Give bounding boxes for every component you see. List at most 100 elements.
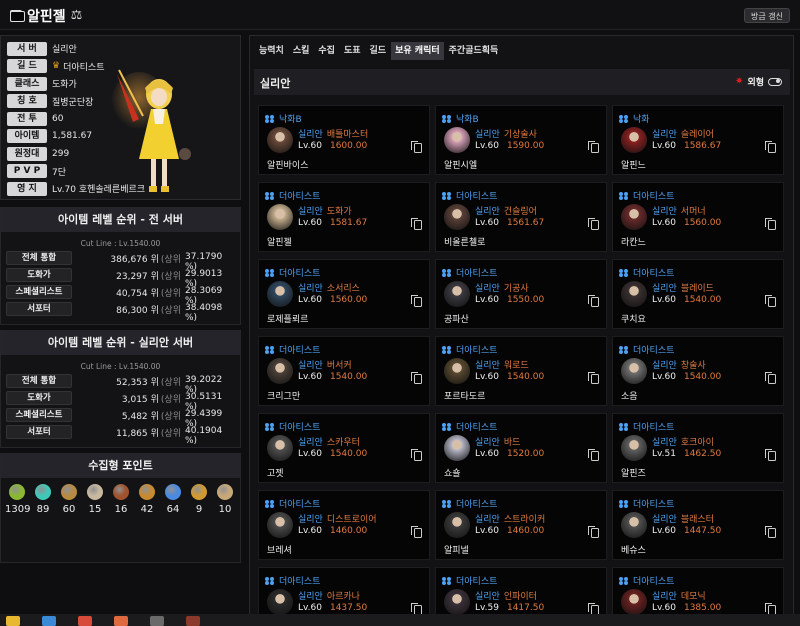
character-card[interactable]: 더아티스트 실리안 서머너 Lv.60 1560.00 라칸느 [612, 182, 784, 252]
character-card[interactable]: 더아티스트 실리안 디스트로이어 Lv.60 1460.00 브레셔 [258, 490, 430, 560]
character-card[interactable]: 더아티스트 실리안 창술사 Lv.60 1540.00 소음 [612, 336, 784, 406]
tab-item[interactable]: 스킬 [289, 42, 314, 60]
tab-item[interactable]: 주간골드획득 [445, 42, 503, 60]
chrome-icon[interactable] [78, 616, 92, 626]
guild-name: 낙화B [279, 115, 302, 125]
character-card[interactable]: 더아티스트 실리안 바드 Lv.60 1520.00 쇼숄 [435, 413, 607, 483]
guild-name: 더아티스트 [279, 192, 321, 202]
appearance-toggle[interactable]: ✷ 외형 [735, 75, 782, 88]
character-card[interactable]: 더아티스트 실리안 워로드 Lv.60 1540.00 포르타도르 [435, 336, 607, 406]
character-class: 버서커 [326, 361, 352, 371]
copy-icon[interactable] [765, 141, 776, 153]
character-card[interactable]: 낙화B 실리안 배틀마스터 Lv.60 1600.00 알핀바이스 [258, 105, 430, 175]
collect-item[interactable]: 9 [187, 484, 211, 515]
character-server: 실리안 [652, 130, 677, 140]
collect-item[interactable]: 42 [135, 484, 159, 515]
tab-item[interactable]: 수집 [314, 42, 339, 60]
copy-icon[interactable] [765, 295, 776, 307]
tab-item[interactable]: 보유 캐릭터 [391, 42, 444, 60]
tab-item[interactable]: 길드 [366, 42, 391, 60]
refresh-button[interactable]: 방금 갱신 [744, 8, 790, 23]
lostark-icon[interactable] [186, 616, 200, 626]
level-line: Lv.60 1385.00 [652, 603, 721, 613]
copy-icon[interactable] [411, 526, 422, 538]
copy-icon[interactable] [411, 141, 422, 153]
profile-value: 60 [52, 113, 64, 124]
copy-icon[interactable] [411, 218, 422, 230]
character-name: 쿠치요 [621, 315, 646, 325]
avatar [444, 204, 470, 230]
character-level: 60 [310, 372, 322, 382]
ranking-all-cutline: Cut Line : Lv.1540.00 [80, 239, 161, 248]
tab-item[interactable]: 능력치 [255, 42, 288, 60]
ranking-row: 전체 통합 386,676 위 (상위 37.1790 %) [1, 250, 240, 272]
id-card-icon[interactable] [10, 10, 25, 22]
collect-item[interactable]: 10 [213, 484, 237, 515]
character-card[interactable]: 낙화B 실리안 기상술사 Lv.60 1590.00 알핀시엘 [435, 105, 607, 175]
character-card[interactable]: 더아티스트 실리안 소서리스 Lv.60 1560.00 로제플뢰르 [258, 259, 430, 329]
collect-item[interactable]: 60 [57, 484, 81, 515]
collect-item[interactable]: 15 [83, 484, 107, 515]
toggle-switch-icon[interactable] [768, 77, 782, 86]
level-prefix: Lv. [298, 449, 311, 459]
guild-header: 더아티스트 [619, 343, 674, 356]
server-class-line: 실리안 데모닉 [652, 589, 706, 602]
copy-icon[interactable] [411, 372, 422, 384]
guild-name: 더아티스트 [456, 423, 498, 433]
server-class-line: 실리안 창술사 [652, 358, 706, 371]
omnium-star-icon [217, 484, 233, 500]
character-card[interactable]: 더아티스트 실리안 스트라이커 Lv.60 1460.00 알피넬 [435, 490, 607, 560]
level-prefix: Lv. [298, 372, 311, 382]
copy-icon[interactable] [765, 372, 776, 384]
profile-value: 7단 [52, 167, 67, 178]
tab-item[interactable]: 도표 [340, 42, 365, 60]
character-level: 59 [487, 603, 499, 613]
collect-value: 64 [166, 504, 180, 515]
copy-icon[interactable] [411, 295, 422, 307]
collect-item[interactable]: 89 [31, 484, 55, 515]
level-line: Lv.60 1540.00 [652, 295, 721, 305]
guild-header: 더아티스트 [442, 343, 497, 356]
copy-icon[interactable] [588, 526, 599, 538]
game-icon[interactable] [150, 616, 164, 626]
character-class: 바드 [503, 438, 521, 448]
character-card[interactable]: 더아티스트 실리안 버서커 Lv.60 1540.00 크리그만 [258, 336, 430, 406]
copy-icon[interactable] [588, 218, 599, 230]
profile-value-group: 7단 [52, 165, 66, 178]
avatar [621, 435, 647, 461]
profile-row: 클래스 도화가 [7, 76, 77, 91]
folder-icon[interactable] [6, 616, 20, 626]
copy-icon[interactable] [765, 526, 776, 538]
copy-icon[interactable] [411, 449, 422, 461]
character-card[interactable]: 낙화 실리안 슬레이어 Lv.60 1586.67 알핀느 [612, 105, 784, 175]
copy-icon[interactable] [588, 141, 599, 153]
character-class: 서머너 [680, 207, 706, 217]
character-card[interactable]: 더아티스트 실리안 호크아이 Lv.51 1462.50 알핀즈 [612, 413, 784, 483]
character-card[interactable]: 더아티스트 실리안 블래스터 Lv.60 1447.50 베슈스 [612, 490, 784, 560]
character-card[interactable]: 더아티스트 실리안 기공사 Lv.60 1550.00 공파산 [435, 259, 607, 329]
copy-icon[interactable] [588, 372, 599, 384]
appearance-toggle-label: 외형 [747, 78, 764, 88]
app-icon[interactable] [114, 616, 128, 626]
store-icon[interactable] [42, 616, 56, 626]
copy-icon[interactable] [765, 218, 776, 230]
character-card[interactable]: 더아티스트 실리안 도화가 Lv.60 1581.67 알핀젤 [258, 182, 430, 252]
copy-icon[interactable] [588, 295, 599, 307]
server-class-line: 실리안 배틀마스터 [298, 127, 368, 140]
collect-item[interactable]: 64 [161, 484, 185, 515]
ranking-sangwi: (상위 [160, 289, 181, 299]
scale-icon[interactable]: ⚖ [71, 9, 83, 22]
copy-icon[interactable] [588, 449, 599, 461]
character-card[interactable]: 더아티스트 실리안 건슬링어 Lv.60 1561.67 비올른첼로 [435, 182, 607, 252]
users-icon [619, 346, 630, 353]
collect-item[interactable]: 16 [109, 484, 133, 515]
copy-icon[interactable] [765, 449, 776, 461]
avatar [267, 512, 293, 538]
mokoko-seed-icon [9, 484, 25, 500]
guild-header: 더아티스트 [442, 420, 497, 433]
collect-item[interactable]: 1309 [5, 484, 30, 515]
character-card[interactable]: 더아티스트 실리안 블레이드 Lv.60 1540.00 쿠치요 [612, 259, 784, 329]
character-item-level: 1550.00 [506, 295, 545, 305]
character-card[interactable]: 더아티스트 실리안 스카우터 Lv.60 1540.00 고젯 [258, 413, 430, 483]
avatar [444, 435, 470, 461]
